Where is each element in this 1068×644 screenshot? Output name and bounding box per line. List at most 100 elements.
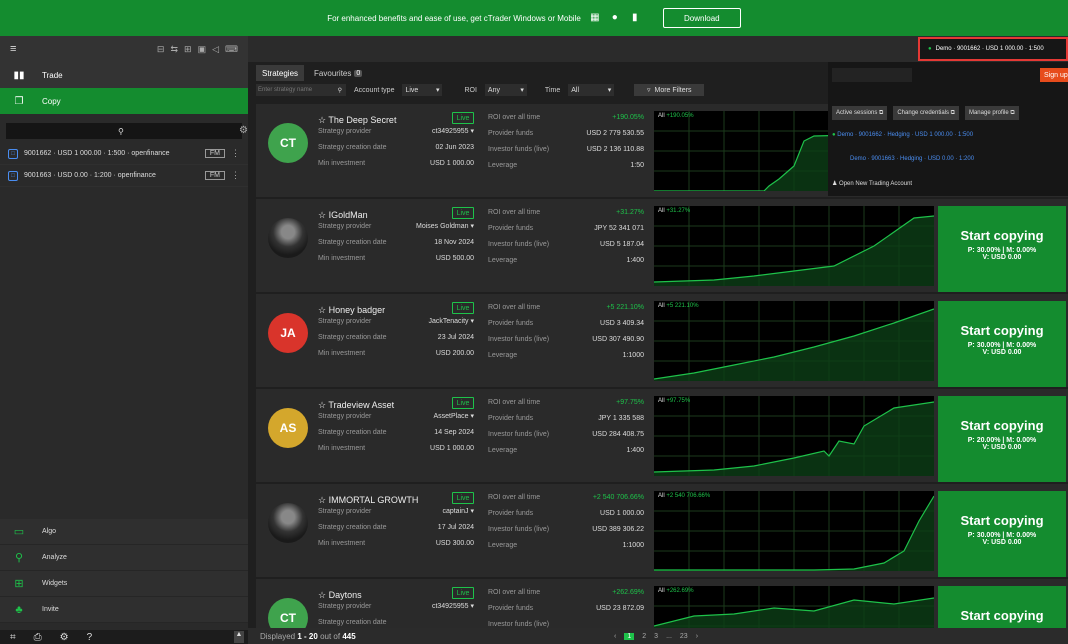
- strategy-card[interactable]: CT ☆ Daytons Live Strategy provider ct3492…: [256, 579, 1068, 628]
- prev-page-icon[interactable]: ‹: [614, 633, 616, 640]
- print-icon[interactable]: ⎙: [34, 632, 42, 643]
- chart-period: All: [658, 208, 665, 214]
- account-search-input[interactable]: ⚲ ⚙: [6, 123, 248, 139]
- strategy-card[interactable]: ☆ IMMORTAL GROWTH Live Strategy provider…: [256, 484, 1068, 577]
- strategy-card[interactable]: ☆ IGoldMan Live Strategy provider Moises …: [256, 199, 1068, 292]
- strategy-stats: ROI over all time +190.05% Provider funds…: [488, 110, 644, 174]
- start-copying-button[interactable]: Start copying P: 20.00% | M: 0.00% V: USD …: [938, 396, 1066, 482]
- provider-text: captainJ: [442, 508, 469, 515]
- stat-label: ROI over all time: [488, 304, 541, 311]
- chart-roi: +5 221.10%: [666, 303, 699, 309]
- provider-avatar: AS: [268, 408, 308, 448]
- investor-funds: USD 2 136 110.88: [586, 146, 644, 153]
- strategy-search-input[interactable]: Enter strategy name ⚲: [256, 84, 346, 96]
- page-23[interactable]: 23: [680, 633, 688, 640]
- start-copying-button[interactable]: Start copying P: 30.00% | M: 0.00% V: USD …: [938, 301, 1066, 387]
- fee-stats: P: 30.00% | M: 0.00%: [967, 532, 1037, 539]
- tab-strategies[interactable]: Strategies: [256, 65, 305, 81]
- account-row[interactable]: □ 9001662 · USD 1 000.00 · 1:500 · openfi…: [0, 143, 248, 165]
- start-copying-button[interactable]: Start copying P: 30.00% | M: 0.00% V: USD …: [938, 491, 1066, 577]
- strategy-stats: ROI over all time +2 540 706.66% Provider…: [488, 490, 644, 554]
- nav-algo[interactable]: ▭ Algo: [0, 519, 248, 545]
- grid-icon[interactable]: ▣: [198, 44, 207, 55]
- nav-analyze[interactable]: ⚲ Analyze: [0, 545, 248, 571]
- strategy-card[interactable]: AS ☆ Tradeview Asset Live Strategy provid…: [256, 389, 1068, 482]
- equity-chart-svg: [654, 491, 934, 571]
- nav-invite[interactable]: ♣ Invite: [0, 597, 248, 623]
- provider-text: JackTenacity: [428, 318, 469, 325]
- provider-name[interactable]: captainJ ▾: [442, 504, 474, 520]
- strategy-card[interactable]: JA ☆ Honey badger Live Strategy provider J…: [256, 294, 1068, 387]
- search-icon: ⚲: [337, 87, 342, 94]
- provider-name[interactable]: ct34925955 ▾: [432, 599, 474, 615]
- apple-icon[interactable]: ●: [609, 12, 621, 24]
- provider-name[interactable]: Moises Goldman ▾: [416, 219, 474, 235]
- page-3[interactable]: 3: [654, 633, 658, 640]
- stat-label: Leverage: [488, 352, 518, 359]
- collapse-icon[interactable]: ▲: [234, 631, 244, 643]
- trade-icon[interactable]: ⌗: [10, 632, 16, 643]
- fee-stats: P: 30.00% | M: 0.00%: [967, 342, 1037, 349]
- provider-name[interactable]: ct34925955 ▾: [432, 124, 474, 140]
- signup-button[interactable]: Sign up: [1040, 68, 1068, 82]
- chevron-down-icon: ▾: [435, 87, 440, 94]
- stat-label: ROI over all time: [488, 589, 541, 596]
- account-option-1[interactable]: ● Demo · 9001662 · Hedging · USD 1 000.0…: [832, 132, 973, 138]
- share-icon[interactable]: ⇆: [170, 44, 178, 55]
- page-2[interactable]: 2: [642, 633, 646, 640]
- min-investment: USD 1 000.00: [430, 445, 474, 452]
- more-filters-label: More Filters: [654, 86, 692, 94]
- min-investment: USD 500.00: [435, 255, 474, 262]
- more-icon[interactable]: ⋮: [231, 170, 240, 181]
- windows-icon[interactable]: ▦: [589, 12, 601, 24]
- android-icon[interactable]: ▮: [629, 12, 641, 24]
- account-row[interactable]: □ 9001663 · USD 0.00 · 1:200 · openfinanc…: [0, 165, 248, 187]
- account-type-select[interactable]: Live ▾: [402, 84, 443, 96]
- provider-avatar: CT: [268, 123, 308, 163]
- manage-profile-button[interactable]: Manage profile ⧉: [964, 106, 1019, 120]
- chart-icon[interactable]: ⊞: [184, 44, 192, 55]
- info-label: Strategy creation date: [318, 144, 387, 151]
- menu-icon[interactable]: ≡: [10, 43, 16, 55]
- layout-icon[interactable]: ⊟: [157, 44, 165, 55]
- gear-icon[interactable]: ⚙: [239, 125, 248, 136]
- account-option-2[interactable]: Demo · 9001663 · Hedging · USD 0.00 · 1:…: [850, 156, 974, 162]
- nav-copy[interactable]: ❐ Copy: [0, 88, 248, 114]
- active-sessions-button[interactable]: Active sessions ⧉: [832, 106, 888, 120]
- open-account-button[interactable]: ♟ Open New Trading Account: [832, 180, 912, 187]
- fee-stats: P: 20.00% | M: 0.00%: [967, 437, 1037, 444]
- more-icon[interactable]: ⋮: [231, 148, 240, 159]
- provider-name[interactable]: JackTenacity ▾: [428, 314, 474, 330]
- strategy-stats: ROI over all time +31.27% Provider funds J…: [488, 205, 644, 269]
- provider-name[interactable]: AssetPlace ▾: [434, 409, 475, 425]
- investor-funds: USD 284 408.75: [592, 431, 644, 438]
- nav-label: Invite: [42, 606, 59, 613]
- more-filters-button[interactable]: ▿ More Filters: [634, 84, 705, 96]
- tab-favourites[interactable]: Favourites 0: [308, 65, 368, 81]
- time-select[interactable]: All ▾: [568, 84, 615, 96]
- nav-widgets[interactable]: ⊞ Widgets: [0, 571, 248, 597]
- provider-avatar: [268, 218, 308, 258]
- sound-icon[interactable]: ◁: [212, 44, 219, 55]
- strategy-info: Strategy provider ct34925955 ▾ Strategy c…: [318, 124, 474, 172]
- provider-funds: JPY 1 335 588: [598, 415, 644, 422]
- page-1[interactable]: 1: [624, 632, 635, 640]
- equity-chart-svg: [654, 301, 934, 381]
- change-credentials-button[interactable]: Change credentials ⧉: [893, 106, 959, 120]
- account-type-label: Account type: [354, 86, 395, 94]
- help-icon[interactable]: ?: [87, 632, 93, 643]
- download-button[interactable]: Download: [662, 8, 741, 28]
- next-page-icon[interactable]: ›: [696, 633, 698, 640]
- settings-icon[interactable]: ⚙: [60, 632, 69, 643]
- equity-chart-svg: [654, 396, 934, 476]
- account-selector[interactable]: ● Demo · 9001662 · USD 1 000.00 · 1:500: [918, 37, 1068, 61]
- start-copying-button[interactable]: Start copying P: 30.00% | M: 0.00% V: USD …: [938, 206, 1066, 292]
- start-copying-button[interactable]: Start copying: [938, 586, 1066, 628]
- strategy-info: Strategy provider ct34925955 ▾ Strategy c…: [318, 599, 474, 628]
- provider-funds: USD 2 779 530.55: [586, 130, 644, 137]
- provider-avatar: JA: [268, 313, 308, 353]
- select-value: Any: [487, 86, 500, 94]
- keyboard-icon[interactable]: ⌨: [225, 44, 238, 55]
- roi-select[interactable]: Any ▾: [484, 84, 527, 96]
- nav-trade[interactable]: ▮▮ Trade: [0, 62, 248, 88]
